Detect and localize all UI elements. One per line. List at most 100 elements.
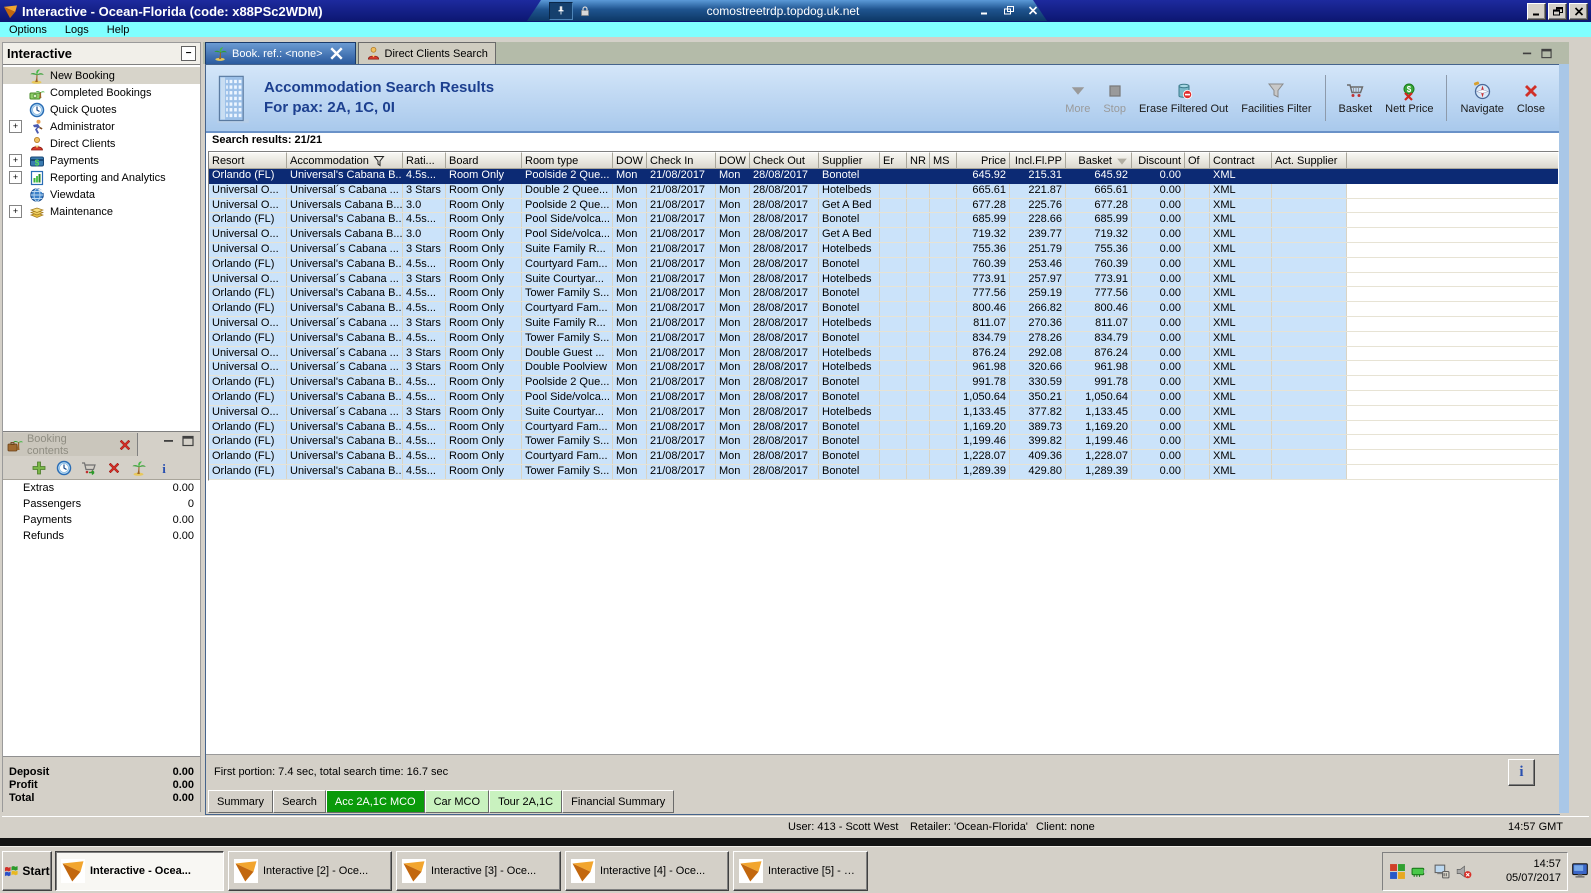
- sidebar-item-reporting-and-analytics[interactable]: + Reporting and Analytics: [3, 169, 200, 186]
- table-row[interactable]: Universal O... Universal´s Cabana ... 3 St…: [209, 183, 1558, 199]
- table-row[interactable]: Orlando (FL) Universal's Cabana B... 4.5s.…: [209, 287, 1558, 303]
- tray-volume-muted-icon[interactable]: [1455, 863, 1472, 880]
- table-row[interactable]: Universal O... Universal´s Cabana ... 3 St…: [209, 361, 1558, 377]
- table-row[interactable]: Orlando (FL) Universal's Cabana B... 4.5s.…: [209, 302, 1558, 317]
- basket-button[interactable]: Basket: [1339, 81, 1372, 115]
- bottom-tab-car-mco[interactable]: Car MCO: [424, 790, 490, 813]
- table-row[interactable]: Universal O... Universal´s Cabana ... 3 St…: [209, 405, 1558, 421]
- page-minimize-button[interactable]: [1521, 48, 1534, 59]
- table-row[interactable]: Orlando (FL) Universal's Cabana B... 4.5s.…: [209, 390, 1558, 406]
- column-header-er[interactable]: Er: [880, 152, 907, 169]
- menu-item-options[interactable]: Options: [0, 24, 56, 36]
- bottom-tab-tour-2a-1c[interactable]: Tour 2A,1C: [489, 790, 563, 813]
- column-header-rati[interactable]: Rati...: [403, 152, 446, 169]
- collapse-button[interactable]: −: [181, 46, 196, 61]
- palm-tree-icon[interactable]: [131, 460, 147, 476]
- sidebar-item-administrator[interactable]: + Administrator: [3, 118, 200, 135]
- close-button[interactable]: [1569, 3, 1588, 20]
- column-header-contract[interactable]: Contract: [1210, 152, 1272, 169]
- tab-book-ref-none[interactable]: Book. ref.: <none>: [205, 42, 356, 64]
- table-row[interactable]: Orlando (FL) Universal's Cabana B... 4.5s.…: [209, 257, 1558, 273]
- table-row[interactable]: Universal O... Universals Cabana B... 3.0 R…: [209, 198, 1558, 214]
- sidebar-item-completed-bookings[interactable]: Completed Bookings: [3, 84, 200, 101]
- info-icon[interactable]: i: [156, 460, 172, 476]
- taskbar-button-interactive-2-oce[interactable]: Interactive [2] - Oce...: [228, 851, 392, 891]
- close-white[interactable]: [329, 46, 344, 61]
- table-row[interactable]: Universal O... Universals Cabana B... 3.0 R…: [209, 228, 1558, 243]
- table-row[interactable]: Orlando (FL) Universal's Cabana B... 4.5s.…: [209, 420, 1558, 436]
- rdp-pin-button[interactable]: [549, 1, 573, 20]
- sidebar-item-new-booking[interactable]: New Booking: [3, 67, 200, 84]
- navigate-button[interactable]: Navigate: [1460, 81, 1504, 115]
- minimize-button[interactable]: [1527, 3, 1546, 20]
- table-row[interactable]: Universal O... Universal´s Cabana ... 3 St…: [209, 316, 1558, 332]
- table-row[interactable]: Orlando (FL) Universal's Cabana B... 4.5s.…: [209, 169, 1558, 184]
- column-header-dow[interactable]: DOW: [613, 152, 647, 169]
- table-row[interactable]: Orlando (FL) Universal's Cabana B... 4.5s.…: [209, 450, 1558, 465]
- panel-maximize-button[interactable]: [181, 435, 195, 447]
- stop-button[interactable]: Stop: [1103, 81, 1126, 115]
- table-row[interactable]: Orlando (FL) Universal's Cabana B... 4.5s.…: [209, 213, 1558, 229]
- sidebar-item-maintenance[interactable]: + Maintenance: [3, 203, 200, 220]
- start-button[interactable]: Start: [2, 851, 52, 891]
- column-header-board[interactable]: Board: [446, 152, 522, 169]
- column-header-ms[interactable]: MS: [930, 152, 957, 169]
- sidebar-item-viewdata[interactable]: Viewdata: [3, 186, 200, 203]
- tray-apps-icon[interactable]: [1389, 863, 1406, 880]
- table-row[interactable]: Universal O... Universal´s Cabana ... 3 St…: [209, 272, 1558, 288]
- bottom-tab-search[interactable]: Search: [273, 790, 326, 813]
- bottom-tab-financial-summary[interactable]: Financial Summary: [562, 790, 675, 813]
- taskbar-button-interactive-5-oce[interactable]: Interactive [5] - Oce...: [733, 851, 868, 891]
- tray-network-icon[interactable]: [1433, 863, 1450, 880]
- table-row[interactable]: Orlando (FL) Universal's Cabana B... 4.5s.…: [209, 376, 1558, 391]
- rdp-restore-button[interactable]: [999, 3, 1019, 18]
- column-header-check-out[interactable]: Check Out: [750, 152, 819, 169]
- column-header-incl-fl-pp[interactable]: Incl.Fl.PP: [1010, 152, 1066, 169]
- close-icon[interactable]: [117, 437, 133, 453]
- transfer-basket-icon[interactable]: [81, 460, 97, 476]
- menu-item-logs[interactable]: Logs: [56, 24, 98, 36]
- column-header-dow-2[interactable]: DOW: [716, 152, 750, 169]
- filter-icon[interactable]: [373, 155, 385, 167]
- bottom-tab-acc-2a-1c-mco[interactable]: Acc 2A,1C MCO: [325, 790, 425, 813]
- sidebar-item-quick-quotes[interactable]: Quick Quotes: [3, 101, 200, 118]
- expander-icon[interactable]: +: [9, 171, 22, 184]
- table-row[interactable]: Universal O... Universal´s Cabana ... 3 St…: [209, 242, 1558, 258]
- column-header-check-in[interactable]: Check In: [647, 152, 716, 169]
- restore-button[interactable]: [1548, 3, 1567, 20]
- column-header-price[interactable]: Price: [957, 152, 1010, 169]
- info-button[interactable]: i: [1508, 759, 1535, 786]
- sidebar-item-direct-clients[interactable]: Direct Clients: [3, 135, 200, 152]
- taskbar-button-interactive-ocea[interactable]: Interactive - Ocea...: [55, 851, 224, 891]
- tab-direct-clients-search[interactable]: Direct Clients Search: [357, 42, 496, 64]
- column-header-of[interactable]: Of: [1185, 152, 1210, 169]
- taskbar-button-interactive-3-oce[interactable]: Interactive [3] - Oce...: [396, 851, 561, 891]
- table-row[interactable]: Orlando (FL) Universal's Cabana B... 4.5s.…: [209, 331, 1558, 347]
- expander-icon[interactable]: +: [9, 154, 22, 167]
- column-header-discount[interactable]: Discount: [1132, 152, 1185, 169]
- expander-icon[interactable]: +: [9, 205, 22, 218]
- tray-adapter-icon[interactable]: [1411, 863, 1428, 880]
- column-header-nr[interactable]: NR: [907, 152, 930, 169]
- expander-icon[interactable]: +: [9, 120, 22, 133]
- table-row[interactable]: Universal O... Universal´s Cabana ... 3 St…: [209, 346, 1558, 362]
- add-icon[interactable]: [31, 460, 47, 476]
- column-header-accommodation[interactable]: Accommodation: [287, 152, 403, 169]
- bottom-tab-summary[interactable]: Summary: [208, 790, 274, 813]
- page-maximize-button[interactable]: [1540, 48, 1553, 59]
- panel-minimize-button[interactable]: [162, 435, 176, 447]
- table-row[interactable]: Orlando (FL) Universal's Cabana B... 4.5s.…: [209, 464, 1558, 480]
- column-header-supplier[interactable]: Supplier: [819, 152, 880, 169]
- facilities-filter-button[interactable]: Facilities Filter: [1241, 81, 1312, 115]
- taskbar-button-interactive-4-oce[interactable]: Interactive [4] - Oce...: [565, 851, 729, 891]
- table-row[interactable]: Orlando (FL) Universal's Cabana B... 4.5s.…: [209, 435, 1558, 451]
- column-header-room-type[interactable]: Room type: [522, 152, 613, 169]
- menu-item-help[interactable]: Help: [98, 24, 139, 36]
- rdp-minimize-button[interactable]: [975, 3, 995, 18]
- more-button[interactable]: More: [1065, 81, 1090, 115]
- nett-price-button[interactable]: $ Nett Price: [1385, 81, 1433, 115]
- column-header-resort[interactable]: Resort: [209, 152, 287, 169]
- close-button[interactable]: Close: [1517, 81, 1545, 115]
- column-header-basket[interactable]: Basket: [1066, 152, 1132, 169]
- booking-contents-tab[interactable]: Booking contents: [3, 433, 138, 457]
